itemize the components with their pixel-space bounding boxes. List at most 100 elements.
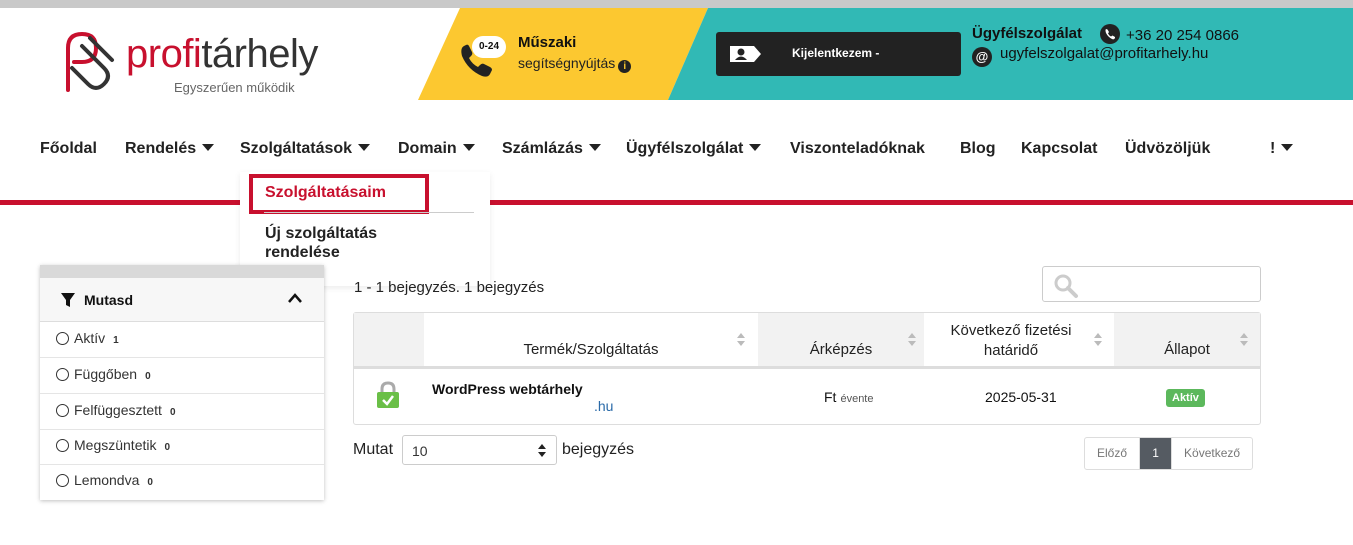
- logo-word-tarhely: tárhely: [201, 32, 318, 76]
- sort-icon: [1094, 333, 1102, 347]
- filter-option-count: 0: [164, 442, 171, 453]
- column-header-label: Következő fizetési határidő: [950, 322, 1072, 359]
- filter-option-fuggoben[interactable]: Függőben 0: [40, 358, 324, 394]
- phone-icon: [1100, 24, 1120, 44]
- column-header-icon: [354, 313, 424, 366]
- filter-panel: Mutasd Aktív 1 Függőben 0 Felfüggesztett 0 …: [40, 265, 324, 500]
- tech-24-badge: 0-24: [472, 36, 506, 58]
- filter-option-aktiv[interactable]: Aktív 1: [40, 322, 324, 358]
- nav-label: Számlázás: [502, 140, 583, 157]
- filter-option-count: 1: [113, 335, 119, 346]
- filter-option-text: Függőben: [74, 366, 138, 382]
- nav-item-kapcsolat[interactable]: Kapcsolat: [1021, 140, 1097, 158]
- column-header-label: Árképzés: [809, 341, 873, 358]
- nav-label: Kapcsolat: [1021, 140, 1098, 157]
- filter-option-megszuntetik[interactable]: Megszüntetik 0: [40, 429, 324, 465]
- filter-option-text: Megszüntetik: [74, 437, 157, 453]
- records-info: 1 - 1 bejegyzés. 1 bejegyzés: [354, 279, 545, 296]
- filter-panel-header[interactable]: Mutasd: [40, 278, 324, 322]
- logout-label: Kijelentkezem -: [792, 46, 880, 60]
- nav-item-domain[interactable]: Domain: [398, 140, 475, 158]
- pagination-page-1[interactable]: 1: [1139, 438, 1172, 469]
- caret-down-icon: [202, 144, 215, 151]
- column-header-pricing[interactable]: Árképzés: [758, 313, 924, 366]
- services-table: Termék/Szolgáltatás Árképzés Következő f…: [353, 312, 1261, 425]
- nav-label: !: [1270, 140, 1276, 157]
- user-card-icon: [730, 46, 761, 62]
- dropdown-item-uj-szolgaltatas[interactable]: Új szolgáltatás rendelése: [265, 224, 445, 262]
- profitarhely-logo[interactable]: profitárhely Egyszerűen működik: [60, 28, 340, 98]
- caret-down-icon: [749, 144, 762, 151]
- filter-option-lemondva[interactable]: Lemondva 0: [40, 464, 324, 500]
- product-price: Ft évente: [824, 389, 873, 405]
- dropdown-separator: [264, 212, 474, 213]
- radio-icon[interactable]: [56, 439, 69, 452]
- nav-item-fooldal[interactable]: Főoldal: [40, 140, 97, 158]
- support-email[interactable]: @ ugyfelszolgalat@profitarhely.hu: [972, 45, 1208, 67]
- dropdown-item-szolgaltatasaim[interactable]: Szolgáltatásaim: [265, 184, 386, 202]
- nav-item-account-menu[interactable]: !: [1270, 140, 1294, 158]
- chevron-up-icon[interactable]: [287, 292, 303, 304]
- entries-label: bejegyzés: [562, 441, 635, 458]
- tech-support-title: Műszaki: [518, 34, 577, 51]
- page-size-label: Mutat: [353, 441, 394, 458]
- pagination-next[interactable]: Következő: [1171, 438, 1252, 469]
- sort-icon: [737, 333, 745, 347]
- column-header-label: Állapot: [1164, 341, 1210, 358]
- product-domain[interactable]: .hu: [594, 398, 613, 414]
- next-due-date: 2025-05-31: [985, 389, 1057, 405]
- status-badge: Aktív: [1166, 389, 1205, 407]
- logo-wordmark: profitárhely: [126, 32, 318, 77]
- page-size-select[interactable]: 10: [402, 435, 557, 465]
- filter-option-text: Aktív: [74, 330, 106, 346]
- nav-item-viszonteladoknak[interactable]: Viszonteladóknak: [790, 140, 925, 158]
- column-header-product[interactable]: Termék/Szolgáltatás: [424, 313, 758, 366]
- search-icon: [1054, 274, 1078, 298]
- filter-option-label: Megszüntetik 0: [74, 437, 170, 453]
- nav-item-ugyfelszolgalat[interactable]: Ügyfélszolgálat: [626, 140, 762, 158]
- nav-item-szolgaltatasok[interactable]: Szolgáltatások: [240, 140, 371, 158]
- radio-icon[interactable]: [56, 404, 69, 417]
- nav-label: Üdvözöljük: [1125, 140, 1211, 157]
- logout-button[interactable]: Kijelentkezem -: [716, 32, 961, 76]
- tech-support-subtitle[interactable]: segítségnyújtás i: [518, 55, 632, 73]
- filter-option-label: Aktív 1: [74, 330, 119, 346]
- radio-icon[interactable]: [56, 474, 69, 487]
- logo-word-profi: profi: [126, 32, 202, 76]
- caret-down-icon: [462, 144, 475, 151]
- nav-item-blog[interactable]: Blog: [960, 140, 996, 158]
- nav-label: Domain: [398, 140, 457, 157]
- ssl-lock-icon: [377, 381, 399, 408]
- radio-icon[interactable]: [56, 332, 69, 345]
- filter-panel-title: Mutasd: [84, 292, 133, 308]
- sort-icon: [908, 333, 916, 347]
- nav-label: Főoldal: [40, 140, 97, 157]
- tech-support-subtitle-text: segítségnyújtás: [518, 55, 616, 71]
- filter-option-count: 0: [147, 477, 153, 488]
- filter-panel-topbar: [40, 265, 324, 278]
- nav-label: Viszonteladóknak: [790, 140, 925, 157]
- filter-option-felfuggesztett[interactable]: Felfüggesztett 0: [40, 394, 324, 430]
- filter-option-count: 0: [169, 407, 176, 418]
- support-title: Ügyfélszolgálat: [972, 25, 1083, 42]
- filter-option-label: Felfüggesztett 0: [74, 402, 176, 418]
- page-size-value: 10: [412, 443, 428, 459]
- nav-item-szamlazas[interactable]: Számlázás: [502, 140, 601, 158]
- pagination-prev[interactable]: Előző: [1085, 438, 1139, 469]
- support-phone[interactable]: +36 20 254 0866: [1100, 24, 1239, 44]
- filter-option-text: Lemondva: [74, 472, 140, 488]
- radio-icon[interactable]: [56, 368, 69, 381]
- column-header-status[interactable]: Állapot: [1114, 313, 1260, 366]
- filter-option-count: 0: [145, 371, 151, 382]
- nav-label: Ügyfélszolgálat: [626, 140, 744, 157]
- nav-label: Rendelés: [125, 140, 197, 157]
- info-icon[interactable]: i: [618, 60, 632, 73]
- nav-item-rendeles[interactable]: Rendelés: [125, 140, 215, 158]
- filter-option-text: Felfüggesztett: [74, 402, 162, 418]
- main-navigation: Főoldal Rendelés Szolgáltatások Domain S…: [0, 132, 1353, 168]
- table-search-input[interactable]: [1042, 266, 1261, 302]
- nav-divider: [0, 200, 1353, 205]
- product-name[interactable]: WordPress webtárhely: [432, 381, 583, 397]
- column-header-due-date[interactable]: Következő fizetési határidő: [924, 313, 1114, 366]
- caret-down-icon: [358, 144, 371, 151]
